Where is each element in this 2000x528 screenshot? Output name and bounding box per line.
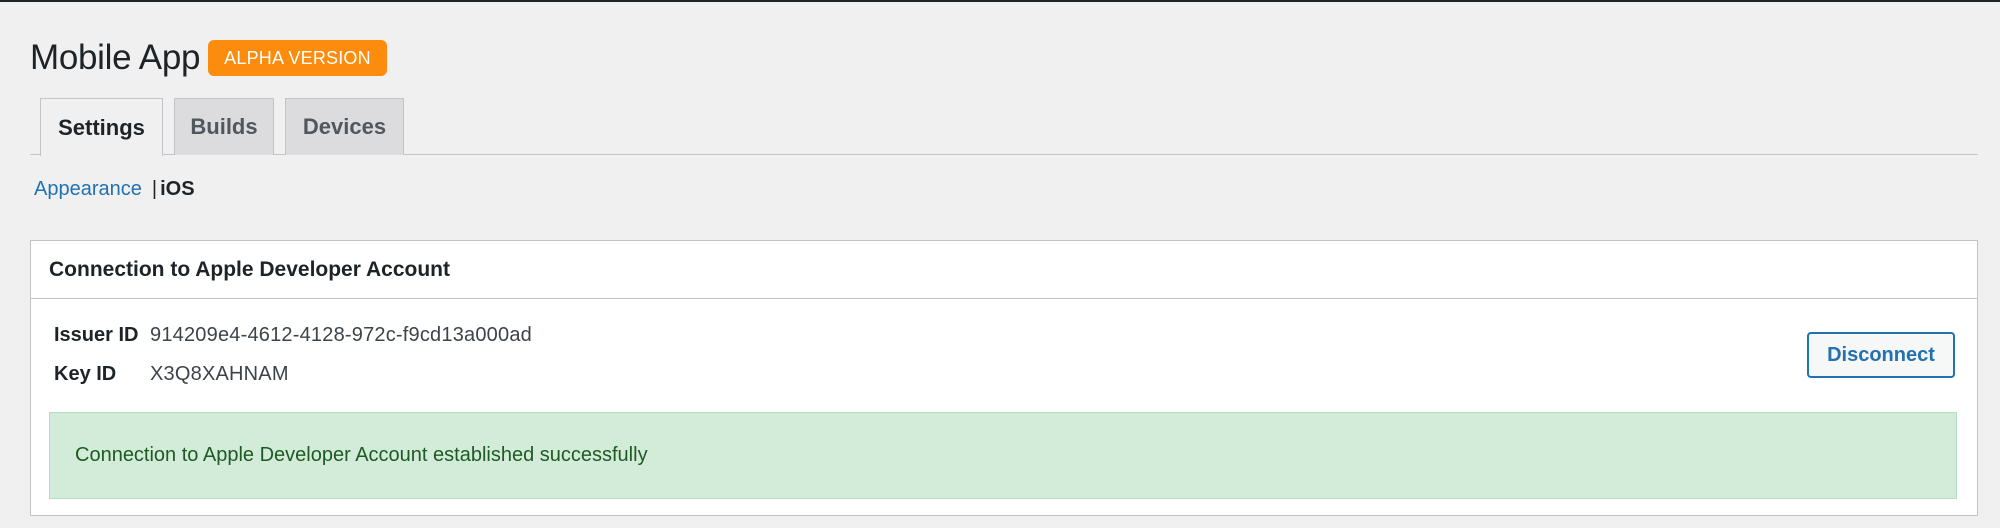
apple-connection-panel: Connection to Apple Developer Account Is… xyxy=(30,240,1978,516)
subnav-separator: | xyxy=(151,177,158,200)
panel-title: Connection to Apple Developer Account xyxy=(31,241,1977,299)
key-id-value: X3Q8XAHNAM xyxy=(150,362,289,385)
issuer-id-label: Issuer ID xyxy=(54,323,139,346)
issuer-id-row: Issuer ID 914209e4-4612-4128-972c-f9cd13… xyxy=(54,321,532,349)
issuer-id-value: 914209e4-4612-4128-972c-f9cd13a000ad xyxy=(150,323,532,346)
disconnect-button[interactable]: Disconnect xyxy=(1807,332,1955,378)
tab-settings[interactable]: Settings xyxy=(40,98,163,156)
success-notice: Connection to Apple Developer Account es… xyxy=(49,412,1957,499)
page-title: Mobile App xyxy=(30,38,201,77)
subnav-appearance-link[interactable]: Appearance xyxy=(34,178,142,201)
page-content: Mobile App ALPHA VERSION Settings Builds… xyxy=(30,0,1978,528)
subnav: Appearance | iOS xyxy=(34,174,195,204)
alpha-version-badge: ALPHA VERSION xyxy=(208,40,387,76)
subnav-current-ios: iOS xyxy=(160,177,195,200)
key-id-label: Key ID xyxy=(54,362,117,385)
tab-builds[interactable]: Builds xyxy=(174,98,274,155)
page-header: Mobile App ALPHA VERSION xyxy=(30,36,387,80)
tab-devices[interactable]: Devices xyxy=(285,98,404,155)
tab-bar: Settings Builds Devices xyxy=(30,98,1978,156)
key-id-row: Key ID X3Q8XAHNAM xyxy=(54,360,289,388)
